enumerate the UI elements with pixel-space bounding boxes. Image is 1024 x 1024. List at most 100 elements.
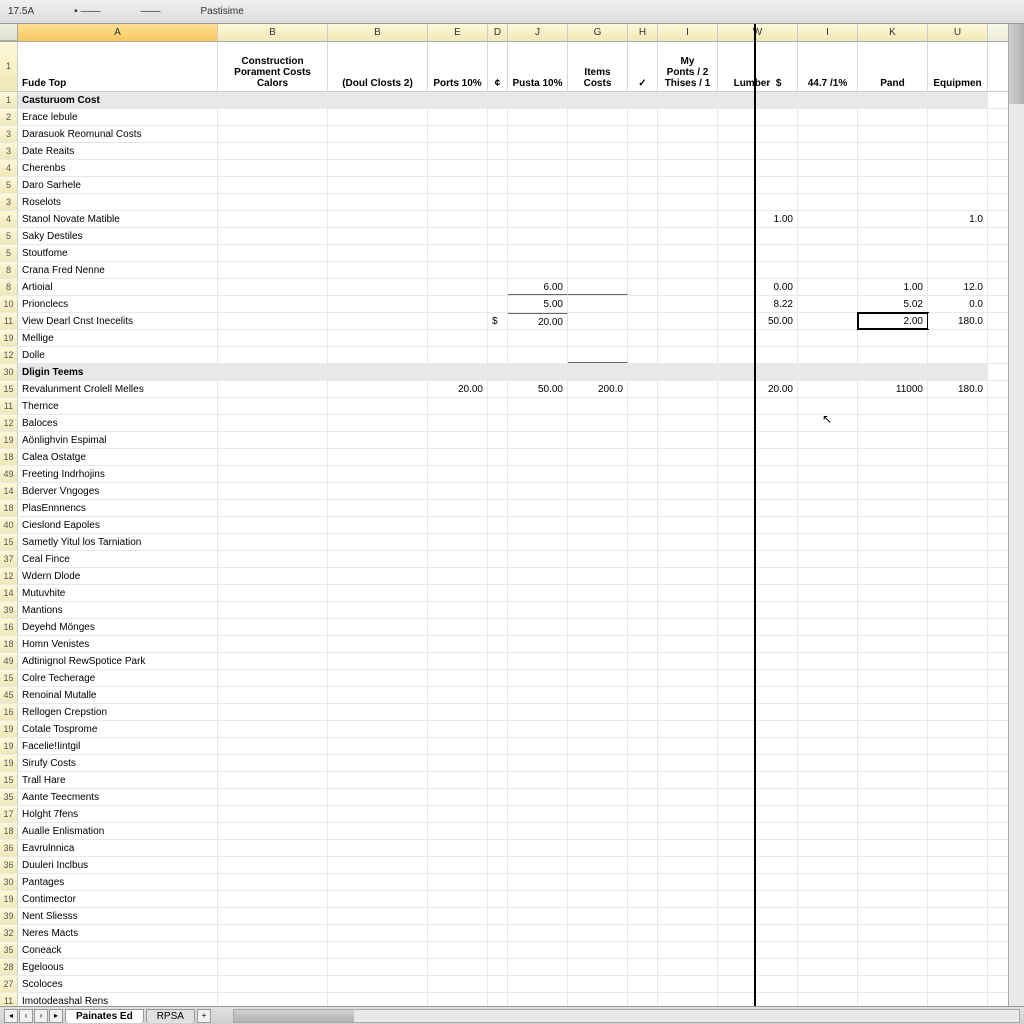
cell[interactable] <box>568 551 628 567</box>
cell[interactable] <box>218 126 328 142</box>
cell[interactable] <box>928 636 988 652</box>
cell[interactable] <box>218 653 328 669</box>
ribbon-item-3[interactable]: —— <box>140 6 160 17</box>
tab-nav-prev[interactable]: ‹ <box>19 1009 33 1023</box>
cell[interactable] <box>428 772 488 788</box>
cell[interactable] <box>328 92 428 108</box>
cell[interactable] <box>218 976 328 992</box>
cell[interactable] <box>508 891 568 907</box>
cell[interactable] <box>798 432 858 448</box>
row-header[interactable]: 19 <box>0 738 18 754</box>
cell[interactable] <box>658 109 718 125</box>
cell[interactable]: Scoloces <box>18 976 218 992</box>
cell[interactable] <box>798 398 858 414</box>
cell[interactable] <box>858 534 928 550</box>
cell[interactable] <box>628 704 658 720</box>
cell[interactable] <box>928 330 988 346</box>
column-header[interactable]: I <box>658 24 718 41</box>
cell[interactable] <box>508 789 568 805</box>
spreadsheet-grid[interactable]: ABBEDJGHIWIKU 1Fude TopConstruction Pora… <box>0 24 1024 1006</box>
row-header[interactable]: 12 <box>0 415 18 431</box>
row-header[interactable]: 18 <box>0 823 18 839</box>
cell[interactable] <box>218 109 328 125</box>
cell[interactable]: Colre Techerage <box>18 670 218 686</box>
cell[interactable] <box>508 398 568 414</box>
cell[interactable] <box>798 126 858 142</box>
cell[interactable] <box>658 500 718 516</box>
cell[interactable] <box>718 262 798 278</box>
cell[interactable] <box>428 126 488 142</box>
header-cell[interactable]: Items Costs <box>568 42 628 91</box>
cell[interactable] <box>798 721 858 737</box>
cell[interactable] <box>218 347 328 363</box>
cell[interactable] <box>718 670 798 686</box>
cell[interactable] <box>508 755 568 771</box>
cell[interactable] <box>658 602 718 618</box>
cell[interactable] <box>328 772 428 788</box>
cell[interactable] <box>218 92 328 108</box>
cell[interactable] <box>798 585 858 601</box>
cell[interactable] <box>328 279 428 295</box>
cell[interactable] <box>568 126 628 142</box>
cell[interactable] <box>488 381 508 397</box>
cell[interactable] <box>328 194 428 210</box>
cell[interactable] <box>568 602 628 618</box>
cell[interactable] <box>218 789 328 805</box>
cell[interactable] <box>488 262 508 278</box>
cell[interactable]: Daro Sarhele <box>18 177 218 193</box>
cell[interactable] <box>718 925 798 941</box>
cell[interactable] <box>658 466 718 482</box>
cell[interactable] <box>508 653 568 669</box>
cell[interactable] <box>428 704 488 720</box>
cell[interactable] <box>568 109 628 125</box>
cell[interactable] <box>568 415 628 431</box>
row-header[interactable]: 11 <box>0 398 18 414</box>
cell[interactable] <box>628 738 658 754</box>
row-header[interactable]: 49 <box>0 466 18 482</box>
cell[interactable] <box>858 347 928 363</box>
cell[interactable] <box>568 908 628 924</box>
cell[interactable] <box>568 721 628 737</box>
cell[interactable] <box>628 160 658 176</box>
cell[interactable] <box>428 211 488 227</box>
cell[interactable] <box>218 143 328 159</box>
cell[interactable] <box>858 874 928 890</box>
cell[interactable] <box>328 228 428 244</box>
cell[interactable] <box>508 585 568 601</box>
cell[interactable] <box>568 942 628 958</box>
column-header[interactable]: K <box>858 24 928 41</box>
cell[interactable] <box>508 602 568 618</box>
cell[interactable] <box>928 891 988 907</box>
horizontal-scrollbar[interactable] <box>233 1009 1020 1023</box>
cell[interactable] <box>658 194 718 210</box>
cell[interactable]: Pantages <box>18 874 218 890</box>
row-header[interactable]: 28 <box>0 959 18 975</box>
cell[interactable] <box>928 942 988 958</box>
cell[interactable] <box>718 449 798 465</box>
row-header[interactable]: 27 <box>0 976 18 992</box>
cell[interactable] <box>568 687 628 703</box>
cell[interactable]: 1.00 <box>718 211 798 227</box>
cell[interactable] <box>428 942 488 958</box>
cell[interactable] <box>718 228 798 244</box>
cell[interactable]: 11000 <box>858 381 928 397</box>
cell[interactable] <box>428 432 488 448</box>
cell[interactable] <box>718 772 798 788</box>
cell[interactable]: 6.00 <box>508 279 568 295</box>
cell[interactable]: Bderver Vngoges <box>18 483 218 499</box>
cell[interactable] <box>508 483 568 499</box>
cell[interactable] <box>798 211 858 227</box>
cell[interactable] <box>428 398 488 414</box>
header-cell[interactable]: Fude Top <box>18 42 218 91</box>
cell[interactable] <box>858 517 928 533</box>
cell[interactable]: Cherenbs <box>18 160 218 176</box>
cell[interactable] <box>798 857 858 873</box>
cell[interactable] <box>658 364 718 380</box>
column-header[interactable]: W <box>718 24 798 41</box>
cell[interactable] <box>488 279 508 295</box>
cell[interactable] <box>628 143 658 159</box>
cell[interactable] <box>488 755 508 771</box>
cell[interactable] <box>718 602 798 618</box>
cell[interactable] <box>488 619 508 635</box>
cell[interactable] <box>628 755 658 771</box>
